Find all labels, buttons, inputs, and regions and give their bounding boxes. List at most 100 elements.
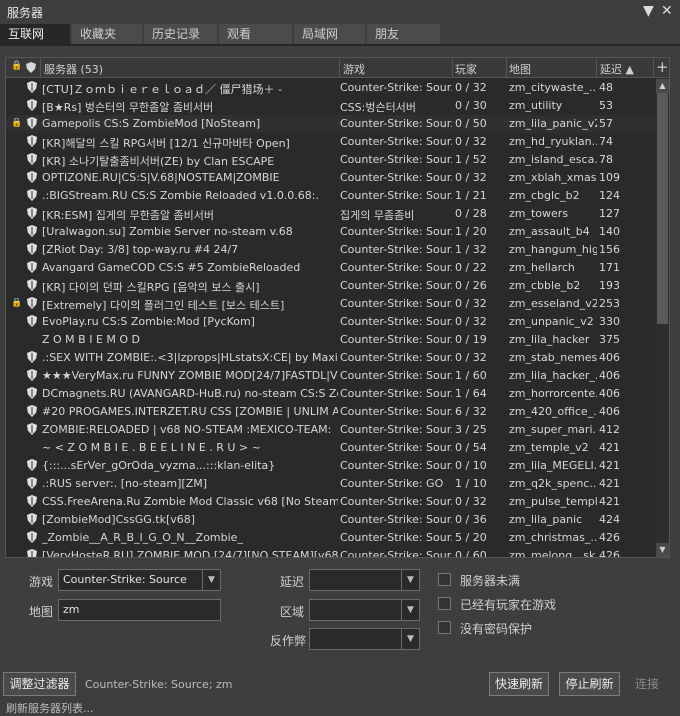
server-latency: 57 (599, 117, 613, 130)
no-password-checkbox[interactable] (438, 621, 451, 634)
server-row[interactable]: ~ < Z O M B I E . B E E L I N E . R U > … (6, 439, 656, 457)
server-players: 0 / 28 (455, 207, 487, 220)
column-header-latency[interactable]: 延迟 ▲ (600, 61, 634, 77)
vac-shield-icon (27, 549, 39, 557)
server-row[interactable]: 🔒 [Extremely] 다이의 플러그인 테스트 [보스 테스트] Counte… (6, 295, 656, 313)
tab-favorites[interactable]: 收藏夹 (72, 24, 142, 44)
vac-shield-icon (27, 513, 39, 525)
server-row[interactable]: 🔒 Gamepolis CS:S ZombieMod [NoSteam] Count… (6, 115, 656, 133)
secure-column-icon[interactable] (26, 62, 36, 76)
tab-history[interactable]: 历史记录 (144, 24, 217, 44)
scrollbar[interactable]: ▲ ▼ (656, 79, 669, 557)
server-row[interactable]: Avangard GameCOD CS:S #5 ZombieReloaded C… (6, 259, 656, 277)
server-players: 0 / 32 (455, 315, 487, 328)
column-header-map[interactable]: 地图 (509, 61, 531, 77)
vac-shield-icon (27, 243, 39, 255)
server-latency: 127 (599, 207, 620, 220)
tab-lan[interactable]: 局域网 (294, 24, 365, 44)
server-row[interactable]: #20 PROGAMES.INTERZET.RU CSS [ZOMBIE | U… (6, 403, 656, 421)
tab-spectate[interactable]: 观看 (219, 24, 292, 44)
scroll-down-icon[interactable]: ▼ (656, 543, 669, 557)
server-row[interactable]: [CTU]Ｚｏｍｂｉｅｒｅｌｏａｄ／ 僵尸猎场＋ - Counter-Strike… (6, 79, 656, 97)
server-row[interactable]: OPTIZONE.RU|CS:S|V.68|NOSTEAM|ZOMBIE Coun… (6, 169, 656, 187)
scroll-up-icon[interactable]: ▲ (656, 79, 669, 93)
adjust-filter-button[interactable]: 调整过滤器 (3, 672, 76, 696)
column-header-servers[interactable]: 服务器 (53) (44, 61, 103, 77)
latency-filter-label: 延迟 (280, 575, 305, 589)
server-players: 1 / 20 (455, 225, 487, 238)
server-row[interactable]: [ZombieMod]CssGG.tk[v68] Counter-Strike: … (6, 511, 656, 529)
server-map: zm_hangum_high (509, 243, 597, 256)
server-game: Counter-Strike: Sour... (340, 405, 452, 418)
server-row[interactable]: [KR]해달의 스킬 RPG서버 [12/1 신규마바타 Open] Counte… (6, 133, 656, 151)
scroll-thumb[interactable] (657, 93, 668, 324)
minimize-icon[interactable]: ▼ (643, 3, 654, 19)
server-name: [Extremely] 다이의 플러그인 테스트 [보스 테스트] (42, 299, 285, 312)
server-map: zm_stab_nemesis (509, 351, 597, 364)
map-filter-input[interactable]: zm (58, 599, 221, 621)
server-row[interactable]: .:BIGStream.RU CS:S Zombie Reloaded v1.0… (6, 187, 656, 205)
server-name: OPTIZONE.RU|CS:S|V.68|NOSTEAM|ZOMBIE (42, 171, 280, 184)
server-row[interactable]: [Uralwagon.su] Zombie Server no-steam v.… (6, 223, 656, 241)
server-latency: 421 (599, 459, 620, 472)
server-name: Avangard GameCOD CS:S #5 ZombieReloaded (42, 261, 301, 274)
server-row[interactable]: .:SEX WITH ZOMBIE:.<3|Izprops|HLstatsX:C… (6, 349, 656, 367)
server-row[interactable]: [B★Rs] 벙슨터의 무한좀알 좀비서버 CSS:벙슨터서버 0 / 30 zm_u… (6, 97, 656, 115)
lock-column-icon[interactable]: 🔒 (11, 61, 22, 71)
server-row[interactable]: [VeryHosteR.RU] ZOMBIE MOD [24/7][NO STE… (6, 547, 656, 557)
server-row[interactable]: ★★★VeryMax.ru FUNNY ZOMBIE MOD[24/7]FAST… (6, 367, 656, 385)
server-latency: 406 (599, 387, 620, 400)
stop-refresh-button[interactable]: 停止刷新 (559, 672, 620, 696)
server-latency: 171 (599, 261, 620, 274)
tab-friends[interactable]: 朋友 (367, 24, 440, 44)
server-game: Counter-Strike: GO (340, 477, 444, 490)
server-players: 0 / 22 (455, 261, 487, 274)
server-row[interactable]: ZOMBIE:RELOADED | v68 NO-STEAM :MEXICO-T… (6, 421, 656, 439)
server-row[interactable]: .:RUS server:. [no-steam][ZM] Counter-Str… (6, 475, 656, 493)
close-icon[interactable]: ✕ (661, 3, 673, 19)
server-row[interactable]: [ZRiot Day: 3/8] top-way.ru #4 24/7 Count… (6, 241, 656, 259)
server-row[interactable]: [KR:ESM] 집게의 무한좀알 좀비서버 집게의 무좀좀비 0 / 28 zm_t… (6, 205, 656, 223)
game-filter-select[interactable]: Counter-Strike: Source ▼ (58, 569, 221, 591)
server-latency: 156 (599, 243, 620, 256)
server-players: 0 / 26 (455, 279, 487, 292)
server-latency: 406 (599, 351, 620, 364)
filter-summary: Counter-Strike: Source; zm (85, 678, 233, 691)
server-players: 1 / 10 (455, 477, 487, 490)
quick-refresh-button[interactable]: 快速刷新 (489, 672, 549, 696)
server-map: zm_lila_hacker_... (509, 369, 597, 382)
tab-internet[interactable]: 互联网 (0, 24, 70, 44)
server-row[interactable]: DCmagnets.RU (AVANGARD-HuB.ru) no-steam … (6, 385, 656, 403)
latency-filter-select[interactable]: ▼ (309, 569, 420, 591)
anticheat-filter-select[interactable]: ▼ (309, 628, 420, 650)
server-latency: 421 (599, 477, 620, 490)
server-row[interactable]: EvoPlay.ru CS:S Zombie:Mod [PycKom] Count… (6, 313, 656, 331)
has-players-checkbox[interactable] (438, 597, 451, 610)
server-name: CSS.FreeArena.Ru Zombie Mod Classic v68 … (42, 495, 338, 508)
column-header-game[interactable]: 游戏 (343, 61, 365, 77)
map-filter-value: zm (63, 603, 80, 616)
add-server-icon[interactable]: + (656, 58, 669, 76)
server-map: zm_xblah_xmas... (509, 171, 597, 184)
anticheat-filter-label: 反作弊 (270, 634, 307, 648)
server-row[interactable]: CSS.FreeArena.Ru Zombie Mod Classic v68 … (6, 493, 656, 511)
vac-shield-icon (27, 117, 39, 129)
column-header-players[interactable]: 玩家 (455, 61, 477, 77)
server-name: ZOMBIE:RELOADED | v68 NO-STEAM :MEXICO-T… (42, 423, 332, 436)
server-row[interactable]: Z O M B I E M O D Counter-Strike: Sour...… (6, 331, 656, 349)
vac-shield-icon (27, 531, 39, 543)
region-filter-select[interactable]: ▼ (309, 599, 420, 621)
server-game: 집게의 무좀좀비 (340, 209, 415, 222)
server-game: CSS:벙슨터서버 (340, 101, 416, 114)
server-row[interactable]: _Zombie__A_R_B_I_G_O_N__Zombie_ Counter-S… (6, 529, 656, 547)
server-map: zm_unpanic_v2 (509, 315, 594, 328)
server-row[interactable]: [KR] 다이의 던파 스킬RPG [음악의 보스 출시] Counter-Str… (6, 277, 656, 295)
server-row[interactable]: [KR] 소나기탈출좀비서버(ZE) by Clan ESCAPE Counter… (6, 151, 656, 169)
connect-button[interactable]: 连接 (626, 672, 668, 696)
server-name: [Uralwagon.su] Zombie Server no-steam v.… (42, 225, 293, 238)
map-filter-label: 地图 (29, 605, 54, 619)
server-map: zm_cbble_b2 (509, 279, 581, 292)
not-full-checkbox[interactable] (438, 573, 451, 586)
server-row[interactable]: {:::...sErVer_gOrOda_vyzma...:::klan-eli… (6, 457, 656, 475)
vac-shield-icon (27, 423, 39, 435)
